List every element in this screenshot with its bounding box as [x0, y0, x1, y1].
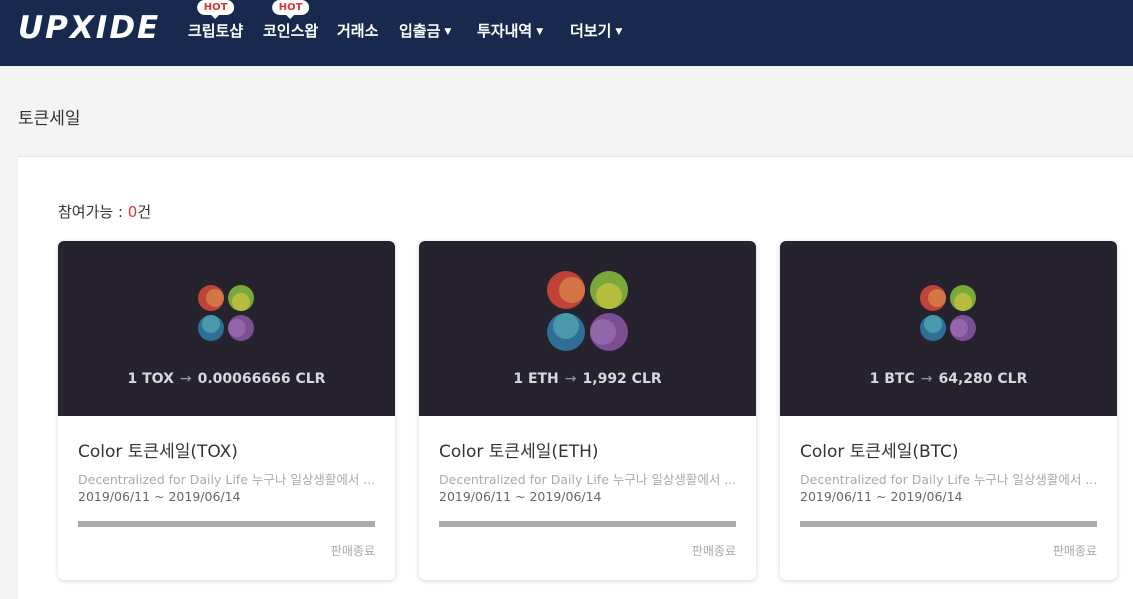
nav-item-label: 코인스왑: [263, 22, 319, 40]
hot-badge: HOT: [196, 0, 235, 19]
sale-status: 판매종료: [330, 544, 375, 558]
card-title: Color 토큰세일(BTC): [800, 442, 959, 462]
rate-from: 1 BTC: [869, 371, 915, 387]
sale-status: 판매종료: [691, 544, 736, 558]
exchange-rate: 1 TOX → 0.00066666 CLR: [58, 371, 395, 387]
card-description: Decentralized for Daily Life 누구나 일상생활에서 …: [439, 472, 737, 487]
upxide-logo[interactable]: UPXIDE: [18, 10, 160, 46]
arrow-right-icon: →: [179, 371, 192, 387]
token-sale-card-tox[interactable]: 1 TOX → 0.00066666 CLR Color 토큰세일(TOX) Dec…: [58, 241, 395, 580]
hot-badge: HOT: [271, 0, 310, 19]
card-description: Decentralized for Daily Life 누구나 일상생활에서 …: [78, 472, 376, 487]
nav-item-crypto-shop[interactable]: HOT 크립토샵: [188, 0, 244, 42]
card-banner: 1 TOX → 0.00066666 CLR: [58, 241, 395, 416]
rate-to: 1,992 CLR: [582, 371, 662, 387]
nav-item-label: 입출금: [399, 22, 441, 40]
nav-item-label: 크립토샵: [188, 22, 244, 40]
nav-item-more[interactable]: 더보기 ▼: [570, 20, 622, 42]
available-count-label: 참여가능 :: [58, 203, 128, 221]
top-navigation-bar: UPXIDE HOT 크립토샵 HOT 코인스왑 거래소 입출금 ▼ 투자내역 ▼ …: [0, 0, 1133, 66]
nav-item-investment-history[interactable]: 투자내역 ▼: [477, 20, 543, 42]
chevron-down-icon: ▼: [444, 27, 452, 37]
color-quad-circle-icon: [920, 285, 976, 341]
rate-to: 0.00066666 CLR: [197, 371, 326, 387]
rate-from: 1 ETH: [513, 371, 559, 387]
available-count-unit: 건: [137, 203, 152, 221]
card-banner: 1 ETH → 1,992 CLR: [419, 241, 756, 416]
sale-status: 판매종료: [1052, 544, 1097, 558]
nav-item-coin-swap[interactable]: HOT 코인스왑: [263, 0, 319, 42]
nav-item-deposit-withdraw[interactable]: 입출금 ▼: [399, 20, 451, 42]
chevron-down-icon: ▼: [536, 27, 544, 37]
rate-from: 1 TOX: [127, 371, 174, 387]
sale-progress-bar: [439, 521, 736, 527]
sale-progress-bar: [78, 521, 375, 527]
card-title: Color 토큰세일(ETH): [439, 442, 599, 462]
nav-item-label: 투자내역: [477, 22, 533, 40]
card-description: Decentralized for Daily Life 누구나 일상생활에서 …: [800, 472, 1098, 487]
nav-item-exchange[interactable]: 거래소: [337, 20, 378, 42]
rate-to: 64,280 CLR: [938, 371, 1028, 387]
card-title: Color 토큰세일(TOX): [78, 442, 238, 462]
chevron-down-icon: ▼: [615, 27, 623, 37]
sale-progress-fill: [78, 521, 375, 527]
page-title: 토큰세일: [18, 109, 81, 129]
available-count: 참여가능 : 0건: [58, 201, 151, 222]
nav-item-label: 더보기: [570, 22, 612, 40]
token-sale-card-btc[interactable]: 1 BTC → 64,280 CLR Color 토큰세일(BTC) Decentr…: [780, 241, 1117, 580]
exchange-rate: 1 ETH → 1,992 CLR: [419, 371, 756, 387]
available-count-value: 0: [127, 203, 138, 221]
sale-progress-bar: [800, 521, 1097, 527]
exchange-rate: 1 BTC → 64,280 CLR: [780, 371, 1117, 387]
color-quad-circle-icon: [198, 285, 254, 341]
sale-progress-fill: [800, 521, 1097, 527]
color-quad-circle-icon: [547, 271, 628, 351]
card-sale-period: 2019/06/11 ~ 2019/06/14: [78, 489, 241, 504]
card-banner: 1 BTC → 64,280 CLR: [780, 241, 1117, 416]
card-sale-period: 2019/06/11 ~ 2019/06/14: [800, 489, 963, 504]
nav-item-label: 거래소: [337, 22, 379, 40]
card-sale-period: 2019/06/11 ~ 2019/06/14: [439, 489, 602, 504]
token-sale-card-eth[interactable]: 1 ETH → 1,992 CLR Color 토큰세일(ETH) Decentra…: [419, 241, 756, 580]
arrow-right-icon: →: [920, 371, 933, 387]
arrow-right-icon: →: [564, 371, 577, 387]
sale-progress-fill: [439, 521, 736, 527]
